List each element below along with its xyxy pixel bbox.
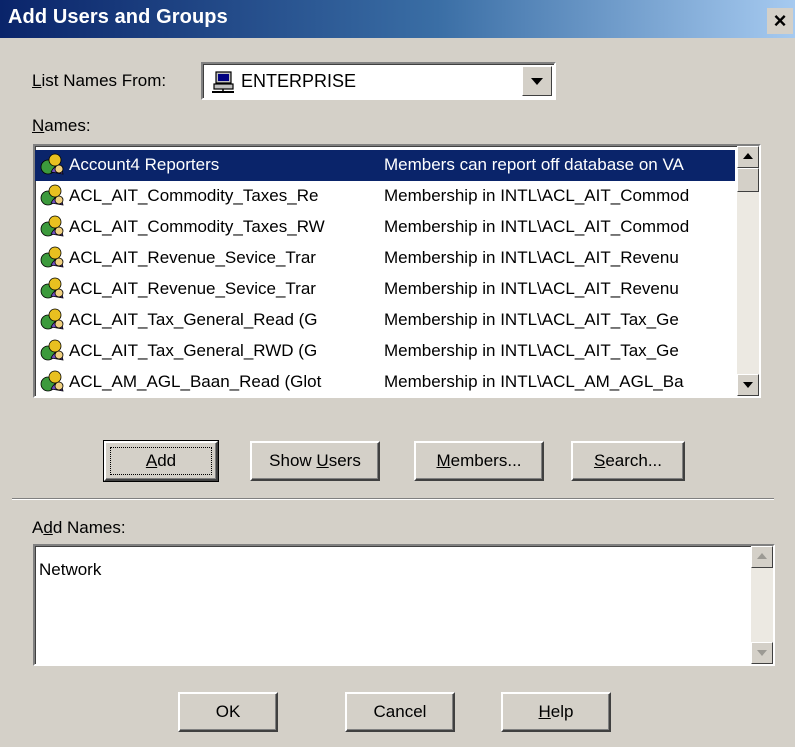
group-icon	[39, 338, 67, 364]
list-item-description: Membership in INTL\ACL_AIT_Commod	[384, 186, 690, 205]
group-icon	[39, 152, 67, 178]
list-names-from-combobox[interactable]: ENTERPRISE	[201, 62, 556, 100]
separator	[12, 498, 774, 500]
title-bar[interactable]: Add Users and Groups	[0, 0, 795, 38]
list-item-name: ACL_AM_AGL_Baan_Read (Glot	[69, 372, 322, 391]
list-item-description: Membership in INTL\ACL_AIT_Tax_Ge	[384, 341, 679, 360]
scroll-thumb[interactable]	[737, 168, 759, 192]
list-item-name: ACL_AIT_Tax_General_RWD (G	[69, 341, 318, 360]
help-button[interactable]: Help	[501, 692, 611, 732]
add-names-scroll-down-arrow[interactable]	[751, 642, 773, 664]
computer-network-icon	[212, 71, 234, 93]
cancel-button[interactable]: Cancel	[345, 692, 455, 732]
list-item-name: ACL_AIT_Commodity_Taxes_Re	[69, 186, 319, 205]
add-names-value: Network	[39, 560, 102, 579]
list-item[interactable]: ACL_AIT_Tax_General_RWD (G Membership in …	[35, 336, 735, 367]
members-button[interactable]: Members...	[414, 441, 544, 481]
list-item-name: ACL_AIT_Tax_General_Read (G	[69, 310, 318, 329]
combo-dropdown-button[interactable]	[522, 66, 552, 96]
list-item[interactable]: ACL_AIT_Revenue_Sevice_Trar Membership in…	[35, 274, 735, 305]
group-icon	[39, 276, 67, 302]
show-users-button[interactable]: Show Users	[250, 441, 380, 481]
list-item-description: Membership in INTL\ACL_AIT_Revenu	[384, 248, 679, 267]
list-item-description: Membership in INTL\ACL_AM_AGL_Ba	[384, 372, 684, 391]
add-names-label: Add Names:	[32, 518, 126, 537]
names-list[interactable]: Account4 Reporters Members can report off…	[33, 144, 761, 398]
list-item-description: Members can report off database on VA	[384, 155, 684, 174]
names-label: Names:	[32, 116, 91, 135]
list-item-description: Membership in INTL\ACL_AIT_Revenu	[384, 279, 679, 298]
add-names-scrollbar[interactable]	[751, 546, 773, 664]
list-item[interactable]: ACL_AIT_Revenue_Sevice_Trar Membership in…	[35, 243, 735, 274]
list-names-from-value: ENTERPRISE	[241, 71, 357, 91]
list-item-description: Membership in INTL\ACL_AIT_Tax_Ge	[384, 310, 679, 329]
list-item[interactable]: ACL_AIT_Commodity_Taxes_RW Membership in …	[35, 212, 735, 243]
search-button[interactable]: Search...	[571, 441, 685, 481]
ok-button[interactable]: OK	[178, 692, 278, 732]
list-item-name: ACL_AIT_Revenue_Sevice_Trar	[69, 279, 316, 298]
list-item[interactable]: ACL_AM_AGL_Baan_Read (Glot Membership in …	[35, 367, 735, 396]
add-button[interactable]: Add	[103, 440, 219, 482]
group-icon	[39, 183, 67, 209]
list-item-name: ACL_AIT_Commodity_Taxes_RW	[69, 217, 325, 236]
list-names-from-label: List Names From:	[32, 71, 167, 90]
scroll-down-arrow[interactable]	[737, 374, 759, 396]
window-title: Add Users and Groups	[8, 6, 228, 28]
list-item-name: Account4 Reporters	[69, 155, 220, 174]
group-icon	[39, 245, 67, 271]
group-icon	[39, 369, 67, 395]
names-list-scrollbar[interactable]	[737, 146, 759, 396]
list-item-name: ACL_AIT_Revenue_Sevice_Trar	[69, 248, 316, 267]
scroll-up-arrow[interactable]	[737, 146, 759, 168]
close-button[interactable]: ×	[767, 8, 793, 34]
group-icon	[39, 307, 67, 333]
add-names-textarea[interactable]: Network	[33, 544, 775, 666]
add-names-scroll-up-arrow[interactable]	[751, 546, 773, 568]
list-item[interactable]: ACL_AIT_Commodity_Taxes_Re Membership in …	[35, 181, 735, 212]
list-item-description: Membership in INTL\ACL_AIT_Commod	[384, 217, 690, 236]
list-item[interactable]: ACL_AIT_Tax_General_Read (G Membership in…	[35, 305, 735, 336]
group-icon	[39, 214, 67, 240]
list-item[interactable]: Account4 Reporters Members can report off…	[35, 150, 735, 181]
